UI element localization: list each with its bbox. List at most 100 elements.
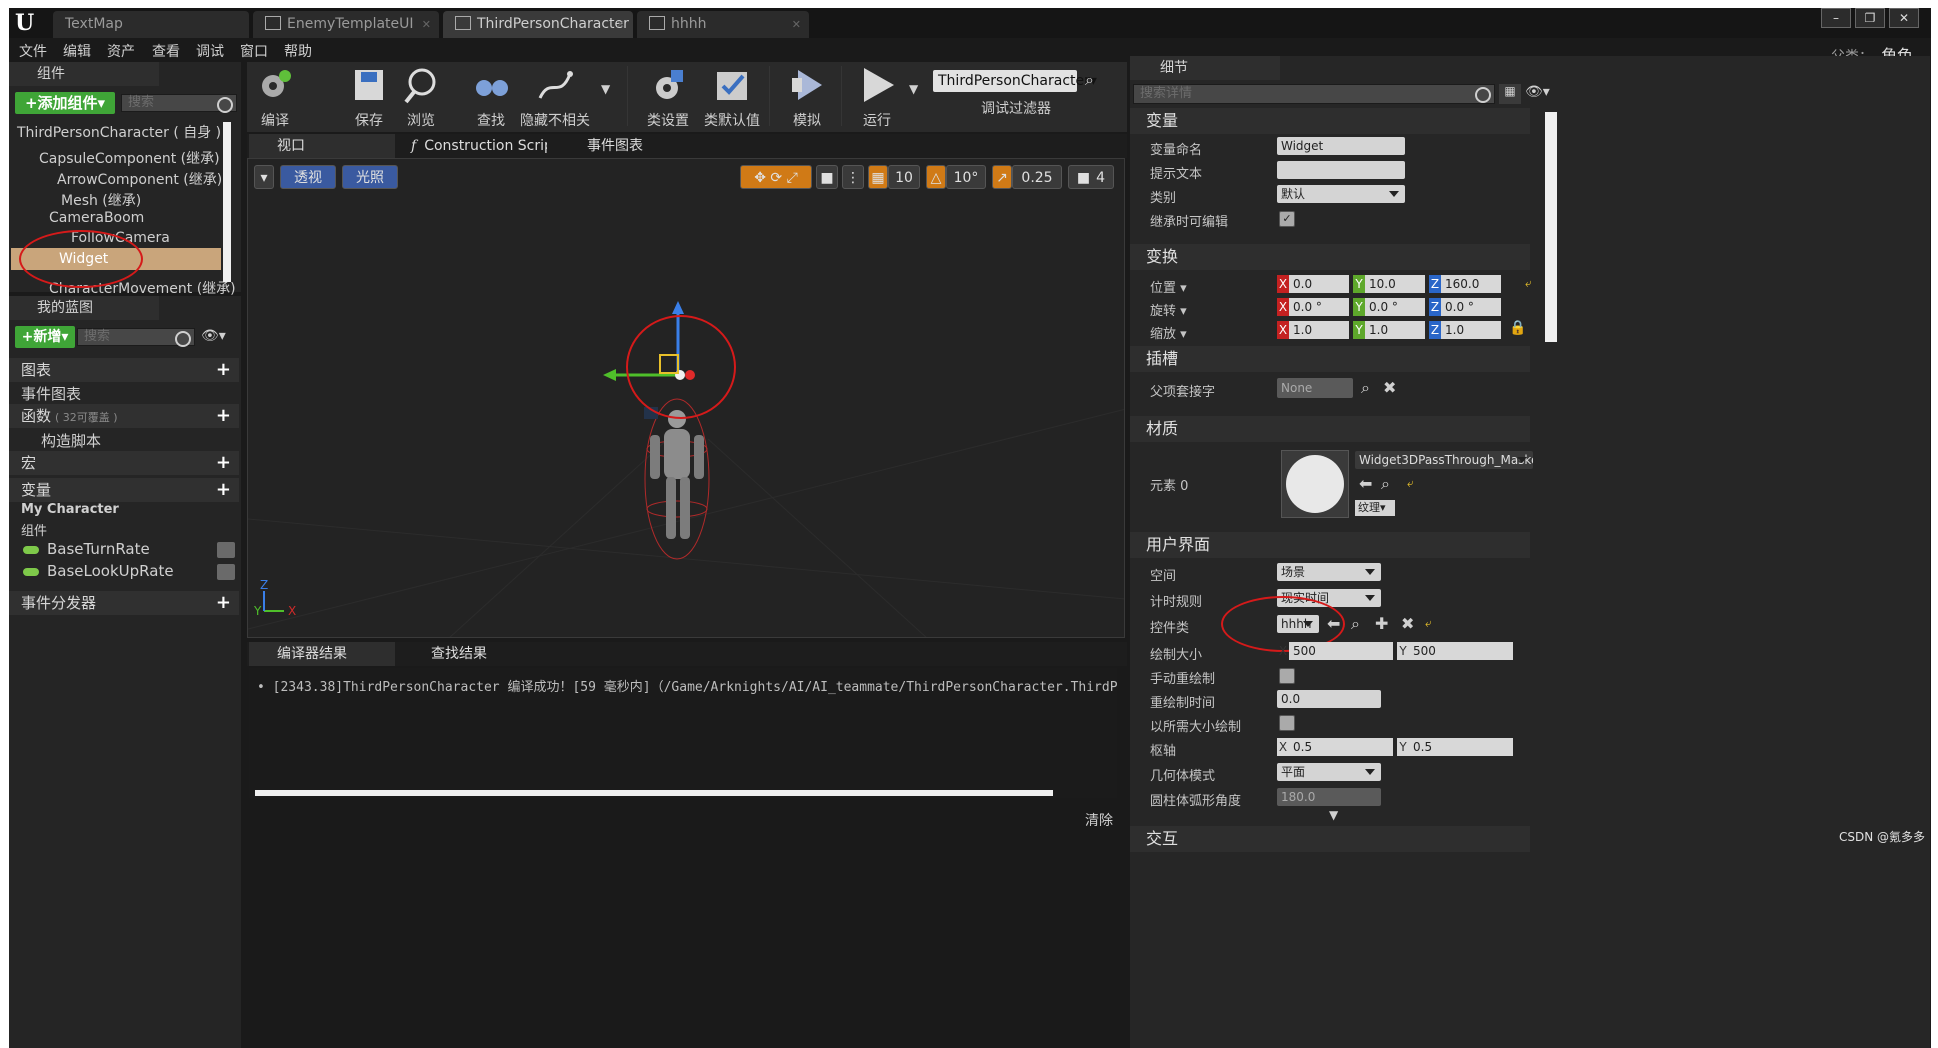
details-section-interaction[interactable]: 交互	[1130, 826, 1530, 852]
rotation-x[interactable]: X 0.0 °	[1277, 298, 1349, 316]
eye-icon[interactable]: 👁▾	[1525, 84, 1550, 100]
details-section-user-interface[interactable]: 用户界面	[1130, 532, 1530, 558]
category-dropdown[interactable]: 默认	[1277, 185, 1405, 203]
clear-icon[interactable]: ✖	[1401, 614, 1414, 633]
tab-construction-script[interactable]: f Construction Scrip	[401, 134, 547, 158]
location-z[interactable]: Z 160.0	[1429, 275, 1501, 293]
chevron-down-icon[interactable]: ▼	[601, 82, 610, 96]
camera-speed-button[interactable]: ■ 4	[1068, 165, 1114, 189]
rotation-y[interactable]: Y 0.0 °	[1353, 298, 1425, 316]
run-button[interactable]: 运行	[853, 66, 901, 130]
pivot-label[interactable]: 枢轴	[1150, 740, 1176, 759]
my-character-category[interactable]: My Character	[21, 502, 119, 517]
surface-snap-button[interactable]: ⋮	[842, 165, 864, 189]
tab-hhhh[interactable]: hhhh ✕	[637, 11, 809, 38]
scale-label[interactable]: 缩放 ▾	[1150, 323, 1187, 342]
menu-file[interactable]: 文件	[19, 41, 47, 61]
add-function-icon[interactable]: +	[216, 404, 231, 428]
grid-view-icon[interactable]: ▦	[1499, 84, 1521, 104]
menu-window[interactable]: 窗口	[240, 41, 268, 61]
component-cameraboom[interactable]: CameraBoom	[49, 210, 144, 226]
eye-icon[interactable]: 👁▾	[201, 328, 226, 344]
details-section-material[interactable]: 材质	[1130, 416, 1530, 442]
reset-to-default-icon[interactable]: ⤶	[1425, 616, 1432, 631]
save-button[interactable]: 保存	[345, 66, 393, 130]
manual-redraw-checkbox[interactable]	[1279, 668, 1295, 684]
browse-button[interactable]: 浏览	[397, 66, 445, 130]
draw-desired-checkbox[interactable]	[1279, 715, 1295, 731]
lock-icon[interactable]: 🔒	[1509, 320, 1526, 336]
add-dispatcher-icon[interactable]: +	[216, 591, 231, 615]
editable-checkbox[interactable]: ✓	[1279, 211, 1295, 227]
cylinder-arc-field[interactable]: 180.0	[1277, 788, 1381, 806]
reset-to-default-icon[interactable]: ⤶	[1407, 476, 1414, 491]
menu-view[interactable]: 查看	[152, 41, 180, 61]
components-category[interactable]: 组件	[21, 520, 47, 539]
construction-script-item[interactable]: 构造脚本	[41, 430, 101, 451]
class-settings-button[interactable]: 类设置	[643, 66, 693, 130]
redraw-time-field[interactable]: 0.0	[1277, 690, 1381, 708]
geometry-mode-dropdown[interactable]: 平面	[1277, 763, 1381, 781]
expand-advanced-icon[interactable]: ▼	[1329, 808, 1338, 822]
horizontal-scrollbar[interactable]	[255, 790, 1053, 796]
details-section-transform[interactable]: 变换	[1130, 244, 1530, 270]
texture-dropdown[interactable]: 纹理▾	[1355, 500, 1395, 516]
material-dropdown[interactable]: Widget3DPassThrough_Masked_One▾	[1355, 451, 1533, 469]
pivot-y[interactable]: Y 0.5	[1397, 738, 1513, 756]
simulate-button[interactable]: 模拟	[783, 66, 831, 130]
details-search-input[interactable]: 搜索详情	[1133, 84, 1495, 104]
debug-object-dropdown[interactable]: ThirdPersonCharacter▾	[933, 70, 1097, 92]
add-icon[interactable]: ✚	[1375, 614, 1388, 633]
hide-unrelated-button[interactable]: 隐藏不相关	[519, 66, 591, 130]
viewport[interactable]: X Y Z ▾ 透视 光照 ✥ ⟳ ⤢ ■ ⋮ ▦ 10 △ 10° ↗ 0.2…	[247, 158, 1125, 638]
details-section-socket[interactable]: 插槽	[1130, 346, 1530, 372]
clear-button[interactable]: 清除	[1085, 810, 1113, 830]
rotation-z[interactable]: Z 0.0 °	[1429, 298, 1501, 316]
components-scrollbar[interactable]	[223, 122, 231, 282]
variable-baseturnrate[interactable]: BaseTurnRate	[23, 540, 150, 558]
eye-toggle-icon[interactable]	[217, 564, 235, 580]
search-icon[interactable]: ⌕	[1085, 70, 1094, 90]
new-button[interactable]: +新增▾	[15, 326, 75, 348]
details-section-variable[interactable]: 变量	[1130, 108, 1530, 134]
component-root[interactable]: ThirdPersonCharacter ( 自身 )	[17, 122, 221, 142]
add-macro-icon[interactable]: +	[216, 451, 231, 475]
rotation-snap-value[interactable]: 10°	[946, 165, 986, 189]
perspective-button[interactable]: 透视	[280, 165, 336, 189]
minimize-button[interactable]: –	[1821, 8, 1851, 28]
add-variable-icon[interactable]: +	[216, 478, 231, 502]
class-defaults-button[interactable]: 类默认值	[701, 66, 763, 130]
restore-button[interactable]: ❐	[1855, 8, 1885, 28]
scale-snap-value[interactable]: 0.25	[1012, 165, 1062, 189]
close-icon[interactable]: ✕	[422, 11, 431, 38]
rotation-snap-toggle[interactable]: △	[926, 165, 946, 189]
draw-size-x[interactable]: X 500	[1277, 642, 1393, 660]
eye-toggle-icon[interactable]	[217, 542, 235, 558]
close-window-button[interactable]: ✕	[1889, 8, 1919, 28]
material-thumbnail[interactable]	[1281, 450, 1349, 518]
location-label[interactable]: 位置 ▾	[1150, 277, 1187, 296]
use-selected-icon[interactable]: ⬅	[1359, 474, 1372, 493]
tab-enemytemplateui[interactable]: EnemyTemplateUI ✕	[253, 11, 439, 38]
details-scrollbar[interactable]	[1545, 112, 1557, 342]
menu-edit[interactable]: 编辑	[63, 41, 91, 61]
clear-icon[interactable]: ✖	[1383, 378, 1396, 397]
scale-x[interactable]: X 1.0	[1277, 321, 1349, 339]
grid-snap-toggle[interactable]: ▦	[868, 165, 888, 189]
tab-event-graph[interactable]: 事件图表	[561, 134, 697, 158]
blueprint-search-input[interactable]: 搜索	[77, 328, 195, 347]
space-dropdown[interactable]: 场景	[1277, 563, 1381, 581]
close-icon[interactable]: ✕	[616, 11, 625, 38]
search-icon[interactable]: ⌕	[1381, 474, 1390, 494]
chevron-down-icon[interactable]: ▼	[909, 82, 918, 96]
transform-tools[interactable]: ✥ ⟳ ⤢	[740, 165, 812, 189]
menu-debug[interactable]: 调试	[196, 41, 224, 61]
component-mesh[interactable]: Mesh (继承)	[61, 190, 141, 210]
component-arrow[interactable]: ArrowComponent (继承)	[57, 169, 222, 189]
grid-snap-value[interactable]: 10	[888, 165, 920, 189]
functions-section[interactable]: 函数( 32可覆盖 ) +	[9, 404, 239, 428]
variable-baselookuprate[interactable]: BaseLookUpRate	[23, 562, 174, 580]
find-button[interactable]: 查找	[467, 66, 515, 130]
rotation-label[interactable]: 旋转 ▾	[1150, 300, 1187, 319]
dispatchers-section[interactable]: 事件分发器 +	[9, 591, 239, 615]
